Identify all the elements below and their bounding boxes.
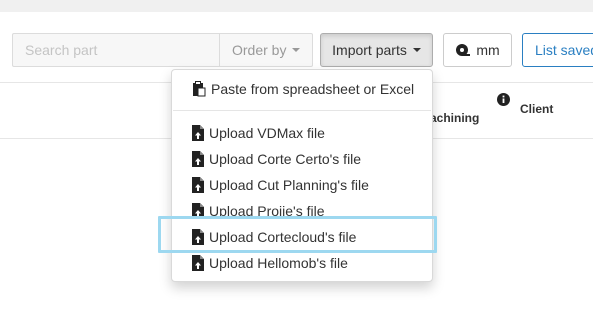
menu-item-paste-spreadsheet[interactable]: Paste from spreadsheet or Excel [192, 81, 414, 97]
menu-item-label: Upload VDMax file [209, 125, 325, 141]
order-by-label: Order by [232, 42, 287, 58]
menu-item-upload-cortecloud[interactable]: Upload Cortecloud's file [192, 229, 356, 245]
file-upload-icon [192, 151, 204, 167]
unit-button[interactable]: mm [443, 33, 512, 67]
menu-item-label: Upload Corte Certo's file [209, 151, 362, 167]
caret-down-icon [292, 48, 301, 52]
unit-label: mm [476, 42, 500, 58]
tape-measure-icon [456, 44, 471, 56]
menu-item-upload-hellomob[interactable]: Upload Hellomob's file [192, 255, 348, 271]
menu-divider [173, 110, 431, 111]
menu-item-upload-vdmax[interactable]: Upload VDMax file [192, 125, 325, 141]
file-upload-icon [192, 177, 204, 193]
menu-item-label: Upload Hellomob's file [209, 255, 348, 271]
file-upload-icon [192, 125, 204, 141]
import-parts-dropdown: Paste from spreadsheet or Excel Upload V… [171, 69, 433, 282]
list-saved-button[interactable]: List saved [522, 33, 593, 67]
menu-item-label: Paste from spreadsheet or Excel [211, 81, 415, 97]
menu-item-label: Upload Cortecloud's file [209, 229, 357, 245]
search-input[interactable] [12, 33, 219, 67]
info-icon[interactable] [497, 93, 510, 106]
list-saved-label: List saved [535, 42, 593, 58]
file-upload-icon [192, 203, 204, 219]
import-parts-label: Import parts [332, 42, 407, 58]
menu-item-upload-projje[interactable]: Upload Projje's file [192, 203, 325, 219]
order-by-button[interactable]: Order by [219, 33, 314, 67]
menu-item-upload-cut-planning[interactable]: Upload Cut Planning's file [192, 177, 369, 193]
menu-item-label: Upload Projje's file [209, 203, 325, 219]
import-parts-button[interactable]: Import parts [320, 33, 433, 67]
file-upload-icon [192, 229, 204, 245]
menu-item-label: Upload Cut Planning's file [209, 177, 369, 193]
caret-down-icon [412, 48, 421, 52]
menu-item-upload-corte-certo[interactable]: Upload Corte Certo's file [192, 151, 361, 167]
top-bar [0, 0, 593, 12]
column-header-client: Client [520, 102, 554, 116]
file-upload-icon [192, 255, 204, 271]
clipboard-icon [193, 81, 206, 97]
search-group: Order by [12, 33, 314, 67]
